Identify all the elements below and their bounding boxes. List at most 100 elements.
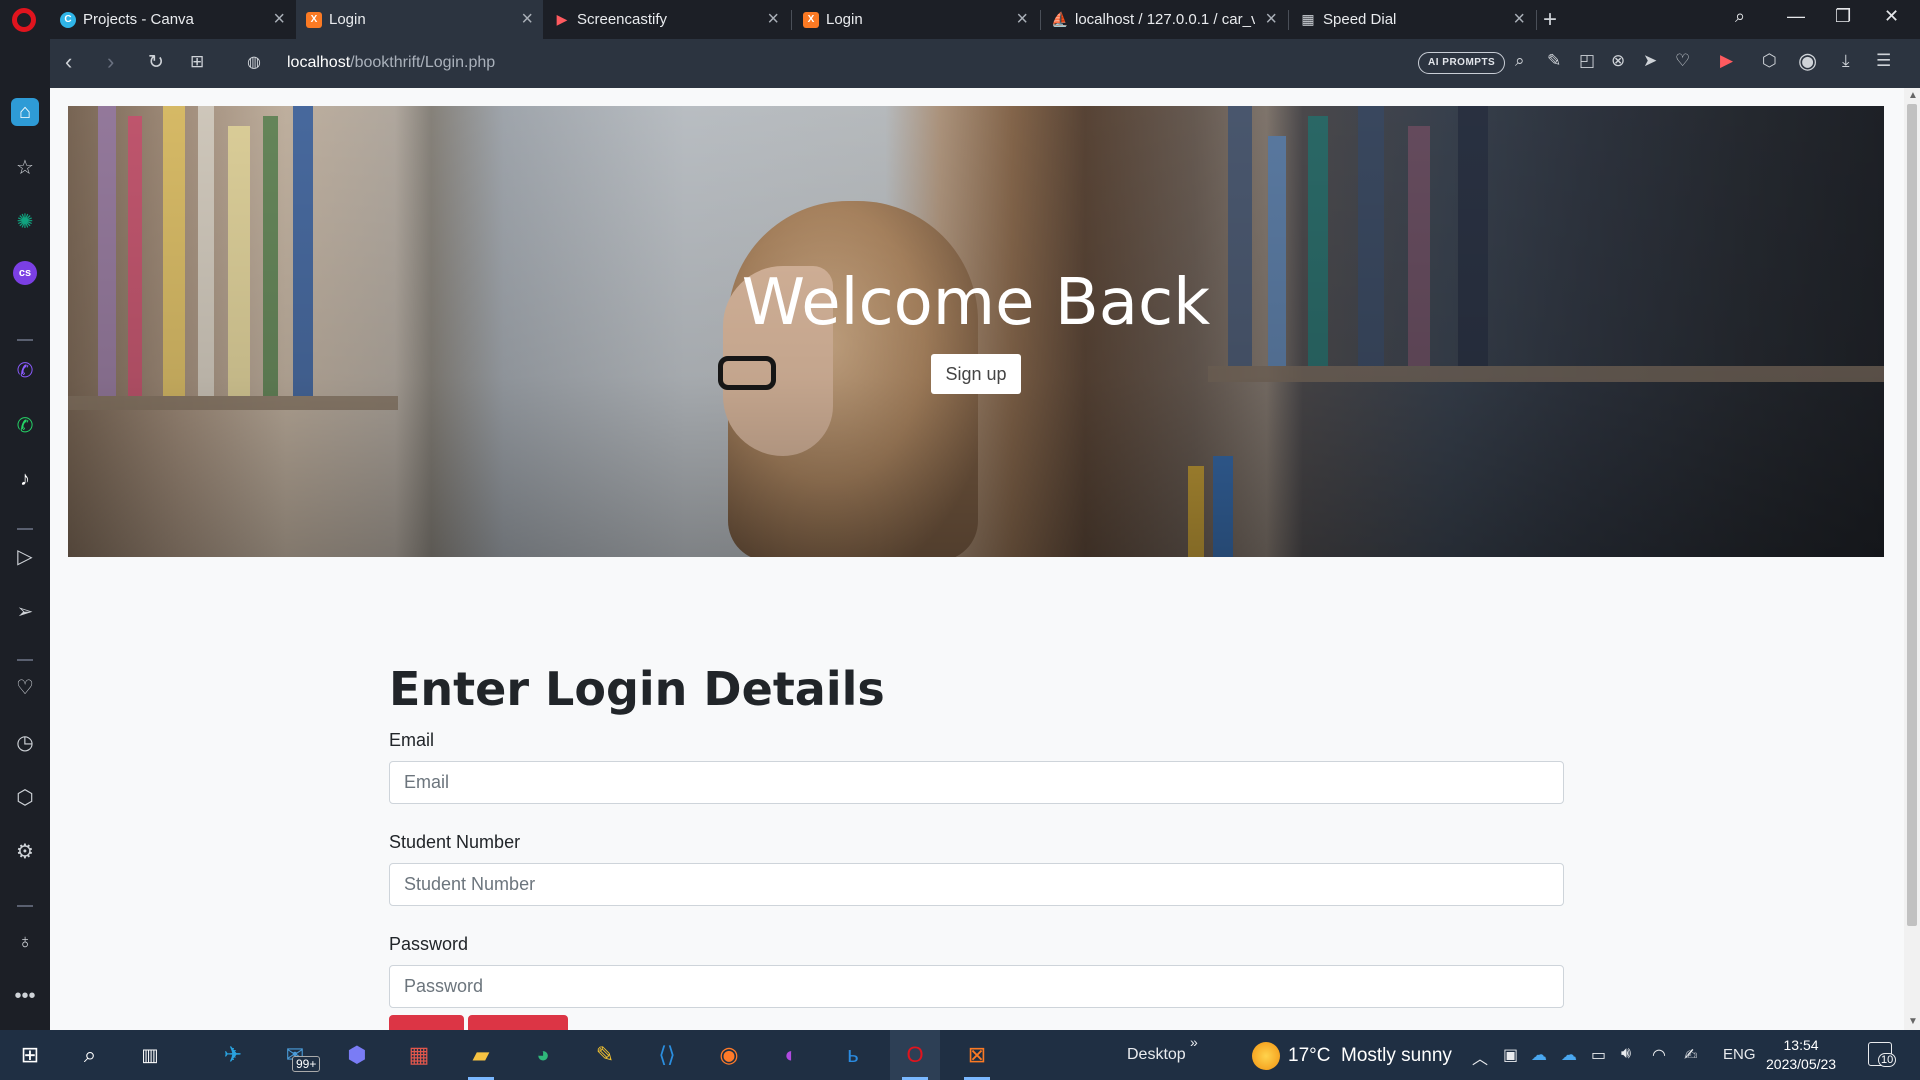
url-host: localhost [287,54,351,71]
history-icon[interactable]: ◷ [11,728,39,756]
xampp-taskbar-icon[interactable]: ⊠ [952,1030,1002,1080]
battery-icon[interactable]: ▭ [1591,1045,1606,1065]
scroll-up-icon[interactable]: ▲ [1908,90,1918,101]
tab-search-icon[interactable]: ⌕ [1735,6,1745,27]
mail-icon[interactable]: ✉ 99+ [270,1030,321,1080]
opera-taskbar-icon[interactable]: O [890,1030,940,1080]
downloads-icon[interactable]: ⤓ [1842,51,1850,71]
lightbulb-icon[interactable]: ♁ [11,928,39,956]
chevron-double-icon[interactable]: » [1190,1034,1198,1050]
search-icon[interactable]: ⌕ [1515,51,1525,71]
reload-icon[interactable]: ↻ [148,51,164,74]
edge-icon[interactable]: ◕ [518,1030,568,1080]
heart-icon[interactable]: ♡ [1675,51,1690,71]
ai-prompts-button[interactable]: AI PROMPTS [1418,52,1506,74]
search-icon[interactable]: ⌕ [65,1030,115,1080]
chevron-up-icon[interactable]: ︿ [1472,1045,1488,1069]
weather-widget[interactable]: 17°C Mostly sunny [1252,1042,1452,1070]
cancel-button[interactable] [468,1015,568,1030]
tab-login[interactable]: X Login × [793,0,1038,39]
microsoft-store-icon[interactable]: ▦ [394,1030,444,1080]
password-label: Password [389,934,469,954]
language-indicator[interactable]: ENG [1723,1046,1756,1063]
tab-login-active[interactable]: X Login × [296,0,543,39]
sidebar-divider [17,659,33,661]
windows-start-icon[interactable]: ⊞ [5,1030,55,1080]
meet-icon[interactable]: ▣ [1503,1045,1518,1065]
address-bar-row: ‹ › ↻ ⊞ ◍ localhost/bookthrift/Login.php… [50,39,1920,88]
heart-icon[interactable]: ♡ [11,673,39,701]
login-button[interactable] [389,1015,464,1030]
scroll-thumb[interactable] [1907,104,1917,926]
forward-icon[interactable]: › [107,49,114,75]
hacker-mask-icon[interactable]: ◐ [766,1030,816,1080]
onedrive-personal-icon[interactable]: ☁ [1531,1045,1547,1065]
adblock-icon[interactable]: ⊗ [1611,51,1625,71]
site-info-icon[interactable]: ◍ [247,52,261,72]
hero-banner: Welcome Back Sign up [68,106,1884,557]
page-scrollbar[interactable]: ▲ ▼ [1904,88,1920,1030]
pen-icon[interactable]: ✍ [1684,1045,1697,1065]
close-icon[interactable]: × [521,8,533,30]
whatsapp-icon[interactable]: ✆ [11,411,39,439]
close-icon[interactable]: × [273,8,285,30]
chatgpt-icon[interactable]: ✺ [11,207,39,235]
chatsonic-icon[interactable]: cs [13,261,37,285]
opera-logo-icon[interactable] [12,8,36,32]
edit-icon[interactable]: ✎ [1547,51,1561,71]
close-icon[interactable]: × [1016,8,1028,30]
screencastify-extension-icon[interactable]: ▶ [1720,51,1733,71]
password-field[interactable] [389,965,1564,1008]
send-icon[interactable]: ➤ [1643,51,1657,71]
phpmyadmin-icon: ⛵ [1051,11,1069,27]
snapshot-icon[interactable]: ◰ [1579,51,1595,71]
tiktok-icon[interactable]: ♪ [11,465,39,493]
back-icon[interactable]: ‹ [65,49,72,75]
email-field[interactable] [389,761,1564,804]
screencastify-icon: ▶ [556,11,568,27]
task-view-icon[interactable]: ▥ [125,1030,175,1080]
tab-canva[interactable]: C Projects - Canva × [50,0,295,39]
close-icon[interactable]: × [1513,8,1525,30]
desktop-toolbar-label[interactable]: Desktop [1127,1046,1186,1064]
volume-icon[interactable]: 🔊︎ [1621,1045,1631,1063]
extensions-cube-icon[interactable]: ⬡ [11,783,39,811]
profile-avatar-icon[interactable]: ◉ [1798,48,1817,74]
close-window-button[interactable]: ✕ [1884,6,1899,27]
close-icon[interactable]: × [767,8,779,30]
file-explorer-icon[interactable]: ▰ [456,1030,506,1080]
more-icon[interactable]: ••• [11,982,39,1010]
wifi-icon[interactable]: ◠ [1652,1045,1666,1065]
extensions-cube-icon[interactable]: ⬡ [1762,51,1777,71]
vscode-icon[interactable]: ⟨⟩ [642,1030,692,1080]
tab-speed-dial[interactable]: ▦ Speed Dial × [1290,0,1535,39]
notification-center-icon[interactable]: 10 [1868,1042,1897,1067]
paint-icon[interactable]: ✎ [580,1030,630,1080]
firefox-icon[interactable]: ◉ [704,1030,754,1080]
send-icon[interactable]: ➢ [11,597,39,625]
tabs-grid-icon[interactable]: ⊞ [190,52,204,72]
minimize-button[interactable]: — [1787,6,1805,27]
onedrive-icon[interactable]: ☁ [1561,1045,1577,1065]
tab-phpmyadmin[interactable]: ⛵ localhost / 127.0.0.1 / car_v × [1042,0,1287,39]
tab-title: Login [329,11,366,28]
telegram-icon[interactable]: ✈ [208,1030,258,1080]
pinboard-icon[interactable]: ☆ [11,153,39,181]
tab-screencastify[interactable]: ▶ Screencastify × [544,0,789,39]
opera-sidebar: ⌂ ☆ ✺ cs ✆ ✆ ♪ ▷ ➢ ♡ ◷ ⬡ ⚙ ♁ ••• [0,39,50,1030]
sign-up-button[interactable]: Sign up [931,354,1021,394]
close-icon[interactable]: × [1265,8,1277,30]
bing-icon[interactable]: ь [828,1030,878,1080]
scroll-down-icon[interactable]: ▼ [1908,1016,1918,1027]
settings-gear-icon[interactable]: ⚙ [11,837,39,865]
app-hexagon-icon[interactable]: ⬢ [332,1030,382,1080]
clock[interactable]: 13:54 2023/05/23 [1766,1036,1836,1074]
new-tab-button[interactable]: + [1543,6,1557,34]
easy-setup-icon[interactable]: ☰ [1876,51,1891,71]
url-field[interactable]: localhost/bookthrift/Login.php [287,54,495,72]
home-icon[interactable]: ⌂ [11,98,39,126]
restore-button[interactable]: ❐ [1835,6,1851,27]
player-icon[interactable]: ▷ [11,542,39,570]
student-number-field[interactable] [389,863,1564,906]
messenger-icon[interactable]: ✆ [11,356,39,384]
